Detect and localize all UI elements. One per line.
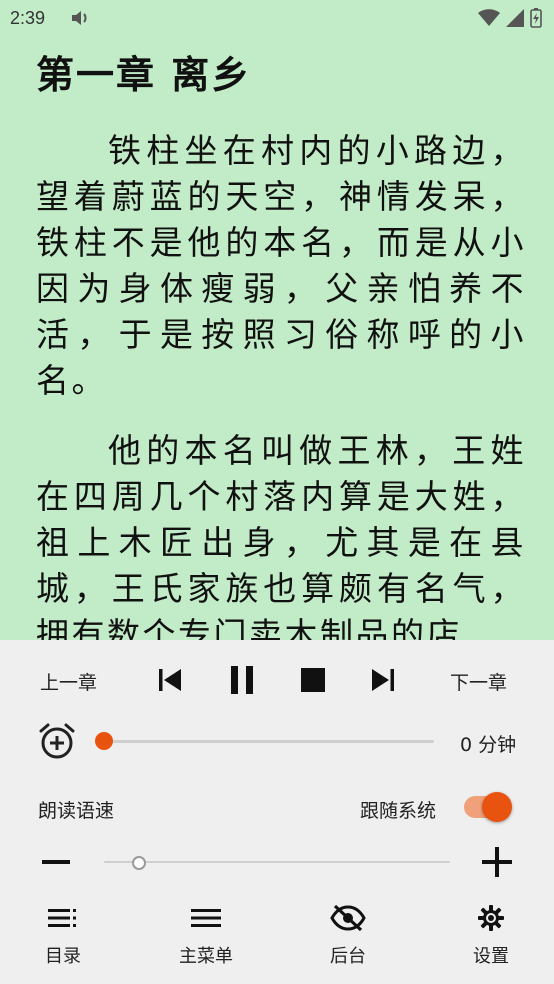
skip-next-icon[interactable]	[367, 664, 399, 696]
follow-system-toggle-thumb[interactable]	[482, 792, 512, 822]
timer-row: 0 分钟	[0, 720, 554, 764]
status-icons	[478, 8, 542, 28]
status-time: 2:39	[10, 8, 46, 28]
speech-rate-label: 朗读语速	[38, 800, 115, 822]
timer-slider[interactable]	[104, 740, 434, 743]
prev-chapter-button[interactable]: 上一章	[40, 668, 97, 695]
nav-item-settings[interactable]: 设置	[446, 898, 536, 968]
wifi-icon	[478, 9, 500, 26]
nav-label: 后台	[330, 946, 366, 967]
pause-icon[interactable]	[226, 664, 258, 696]
battery-icon	[530, 8, 542, 28]
nav-item-background[interactable]: 后台	[303, 898, 393, 968]
nav-label: 主菜单	[179, 946, 233, 967]
nav-item-main-menu[interactable]: 主菜单	[161, 898, 251, 968]
gear-icon	[446, 898, 536, 938]
volume-icon	[70, 9, 90, 31]
next-chapter-button[interactable]: 下一章	[450, 668, 507, 695]
nav-item-toc[interactable]: 目录	[18, 898, 108, 968]
timer-slider-thumb[interactable]	[95, 732, 113, 750]
minus-icon[interactable]	[42, 847, 70, 881]
status-bar: 2:39	[0, 0, 554, 36]
speech-rate-slider-thumb[interactable]	[131, 856, 146, 870]
plus-icon[interactable]	[482, 847, 512, 881]
speech-rate-slider[interactable]	[104, 861, 450, 863]
bottom-nav: 目录 主菜单 后台 设置	[0, 898, 554, 978]
skip-previous-icon[interactable]	[154, 664, 186, 696]
chapter-content: 铁柱坐在村内的小路边，望着蔚蓝的天空，神情发呆，铁柱不是他的本名，而是从小因为身…	[36, 128, 526, 640]
paragraph: 铁柱坐在村内的小路边，望着蔚蓝的天空，神情发呆，铁柱不是他的本名，而是从小因为身…	[36, 131, 526, 400]
playback-row: 上一章 下一章	[0, 658, 554, 702]
read-aloud-panel: 上一章 下一章 0 分钟 朗读语速 跟随系统 目录 主菜单 后台 设置	[0, 640, 554, 984]
toc-icon	[18, 898, 108, 938]
menu-icon	[161, 898, 251, 938]
timer-value: 0 分钟	[460, 734, 517, 756]
nav-label: 目录	[45, 946, 81, 967]
reader-area[interactable]: 第一章 离乡 铁柱坐在村内的小路边，望着蔚蓝的天空，神情发呆，铁柱不是他的本名，…	[0, 36, 554, 640]
alarm-add-icon[interactable]	[38, 722, 76, 764]
chapter-title: 第一章 离乡	[36, 53, 252, 97]
nav-label: 设置	[473, 946, 509, 967]
follow-system-label: 跟随系统	[360, 800, 437, 822]
paragraph: 他的本名叫做王林，王姓在四周几个村落内算是大姓，祖上木匠出身，尤其是在县城，王氏…	[36, 431, 526, 640]
stop-icon[interactable]	[297, 664, 329, 696]
eye-off-icon	[303, 898, 393, 938]
signal-icon	[506, 9, 524, 27]
